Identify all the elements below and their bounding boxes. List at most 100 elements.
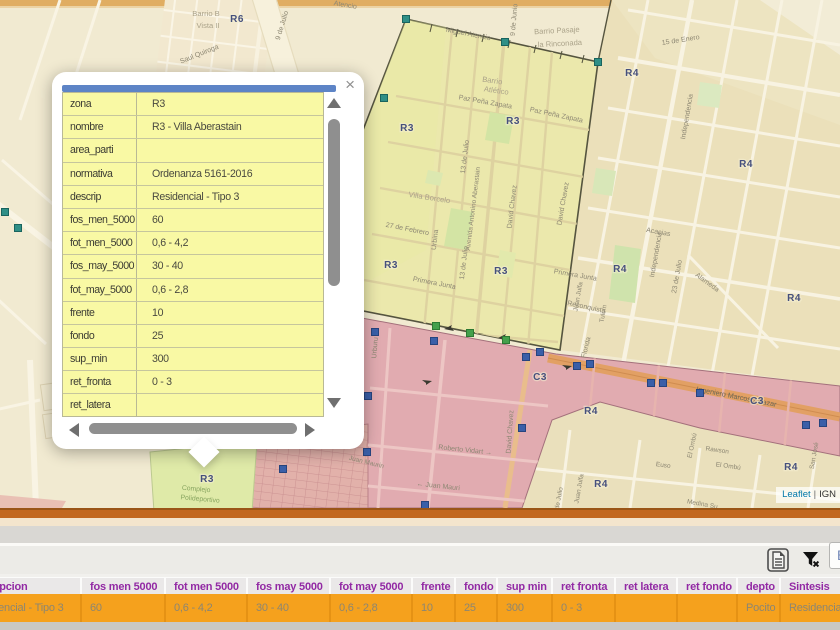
navy-vertex-handle[interactable] <box>519 425 526 432</box>
attribute-label: descrip <box>63 186 137 208</box>
column-header-fos-may-5000[interactable]: fos may 5000 <box>246 578 329 594</box>
zone-label: R3 <box>400 123 414 134</box>
export-csv-icon[interactable] <box>767 548 789 572</box>
column-header-fot-men-5000[interactable]: fot men 5000 <box>164 578 246 594</box>
attribute-value: 10 <box>137 302 323 324</box>
provider-link[interactable]: IGN <box>819 489 836 500</box>
attribute-value: R3 <box>137 93 323 115</box>
results-panel: B descripcionfos men 5000fot men 5000fos… <box>0 508 840 630</box>
attribute-label: zona <box>63 93 137 115</box>
column-header-sintesis[interactable]: Sintesis <box>779 578 840 594</box>
attribute-label: ret_latera <box>63 394 137 417</box>
table-header-row: descripcionfos men 5000fot men 5000fos m… <box>0 577 840 594</box>
leaflet-link[interactable]: Leaflet <box>782 489 811 500</box>
attribute-value: 0,6 - 2,8 <box>137 279 323 301</box>
panel-strip-gray <box>0 526 840 543</box>
scroll-down-arrow[interactable] <box>327 398 341 408</box>
navy-vertex-handle[interactable] <box>280 466 287 473</box>
row-cell: 300 <box>496 594 551 622</box>
navy-vertex-handle[interactable] <box>820 420 827 427</box>
attribute-label: fot_men_5000 <box>63 232 137 254</box>
clear-filter-icon[interactable] <box>802 550 822 570</box>
attribute-row: fot_may_50000,6 - 2,8 <box>63 279 323 302</box>
row-cell: 25 <box>454 594 496 622</box>
navy-vertex-handle[interactable] <box>372 329 379 336</box>
area-label: Barrio B <box>192 9 219 18</box>
green-vertex-handle[interactable] <box>503 337 510 344</box>
zone-label: C3 <box>533 372 547 383</box>
vertical-scrollbar-thumb[interactable] <box>328 119 340 286</box>
attribute-row: area_parti <box>63 139 323 162</box>
attribute-value: 25 <box>137 325 323 347</box>
navy-vertex-handle[interactable] <box>803 422 810 429</box>
column-header-fot-may-5000[interactable]: fot may 5000 <box>329 578 411 594</box>
scroll-right-arrow[interactable] <box>305 423 315 437</box>
popup-close-button[interactable]: × <box>345 76 355 93</box>
zone-label: R6 <box>230 14 244 25</box>
zone-label: R4 <box>613 264 627 275</box>
table-selected-row[interactable]: Residencial - Tipo 3600,6 - 4,230 - 400,… <box>0 594 840 622</box>
teal-vertex-handle[interactable] <box>502 39 509 46</box>
teal-vertex-handle[interactable] <box>2 209 9 216</box>
row-cell: 0,6 - 2,8 <box>329 594 411 622</box>
scroll-up-arrow[interactable] <box>327 98 341 108</box>
row-cell: Residencial <box>779 594 840 622</box>
navy-vertex-handle[interactable] <box>431 338 438 345</box>
teal-vertex-handle[interactable] <box>381 95 388 102</box>
green-vertex-handle[interactable] <box>433 323 440 330</box>
attribute-label: fot_may_5000 <box>63 279 137 301</box>
navy-vertex-handle[interactable] <box>697 390 704 397</box>
column-header-descripcion[interactable]: descripcion <box>0 578 80 594</box>
zone-label: R4 <box>739 159 753 170</box>
column-header-sup-min[interactable]: sup min <box>496 578 551 594</box>
attribute-value <box>137 139 323 161</box>
popup-top-scrollbar[interactable] <box>62 85 336 92</box>
attribute-table: zonaR3nombreR3 - Villa Aberastainarea_pa… <box>62 92 324 417</box>
navy-vertex-handle[interactable] <box>660 380 667 387</box>
table-toolbar: B <box>0 546 840 574</box>
teal-vertex-handle[interactable] <box>403 16 410 23</box>
zone-label: C3 <box>750 396 764 407</box>
attribute-value: 0,6 - 4,2 <box>137 232 323 254</box>
navy-vertex-handle[interactable] <box>365 393 372 400</box>
attribute-value: Ordenanza 5161-2016 <box>137 163 323 185</box>
panel-divider-bar[interactable] <box>0 508 840 518</box>
column-header-fos-men-5000[interactable]: fos men 5000 <box>80 578 164 594</box>
navy-vertex-handle[interactable] <box>587 361 594 368</box>
attribute-label: fos_may_5000 <box>63 255 137 277</box>
column-header-ret-fondo[interactable]: ret fondo <box>676 578 736 594</box>
teal-vertex-handle[interactable] <box>15 225 22 232</box>
attribute-value: 0 - 3 <box>137 371 323 393</box>
zone-label: R4 <box>625 68 639 79</box>
navy-vertex-handle[interactable] <box>648 380 655 387</box>
row-cell: 10 <box>411 594 454 622</box>
navy-vertex-handle[interactable] <box>537 349 544 356</box>
panel-strip <box>0 518 840 526</box>
column-header-ret-latera[interactable]: ret latera <box>614 578 676 594</box>
attribute-label: nombre <box>63 116 137 138</box>
teal-vertex-handle[interactable] <box>595 59 602 66</box>
column-header-ret-fronta[interactable]: ret fronta <box>551 578 614 594</box>
attribute-label: ret_fronta <box>63 371 137 393</box>
scroll-left-arrow[interactable] <box>69 423 79 437</box>
column-header-depto[interactable]: depto <box>736 578 779 594</box>
feature-popup: × zonaR3nombreR3 - Villa Aberastainarea_… <box>52 72 364 449</box>
navy-vertex-handle[interactable] <box>364 449 371 456</box>
attribute-row: nombreR3 - Villa Aberastain <box>63 116 323 139</box>
attribute-value <box>137 394 323 417</box>
attribute-label: frente <box>63 302 137 324</box>
row-cell: 0 - 3 <box>551 594 614 622</box>
attribute-row: zonaR3 <box>63 93 323 116</box>
row-cell <box>676 594 736 622</box>
attribute-row: normativaOrdenanza 5161-2016 <box>63 163 323 186</box>
attribute-row: fot_men_50000,6 - 4,2 <box>63 232 323 255</box>
edge-button[interactable]: B <box>829 542 840 569</box>
navy-vertex-handle[interactable] <box>523 354 530 361</box>
green-vertex-handle[interactable] <box>467 330 474 337</box>
attribute-row: fondo25 <box>63 325 323 348</box>
horizontal-scrollbar-thumb[interactable] <box>89 423 297 434</box>
navy-vertex-handle[interactable] <box>574 363 581 370</box>
attribute-label: area_parti <box>63 139 137 161</box>
column-header-fondo[interactable]: fondo <box>454 578 496 594</box>
column-header-frente[interactable]: frente <box>411 578 454 594</box>
